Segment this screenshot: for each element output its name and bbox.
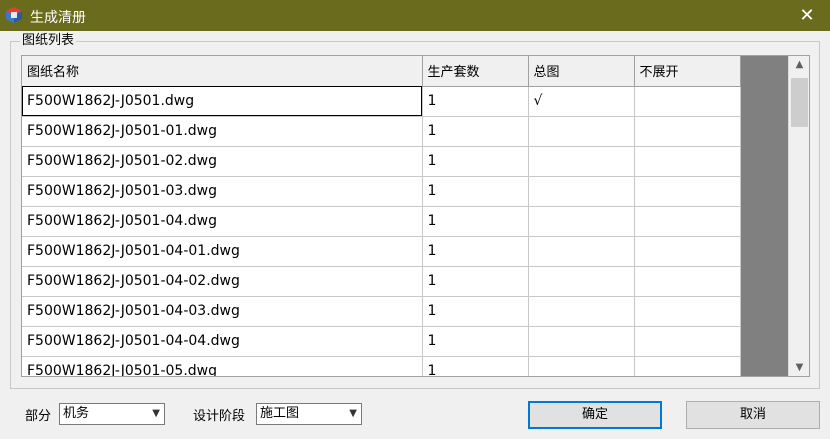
cell-production-sets[interactable]: 1 xyxy=(422,116,529,147)
cell-production-sets[interactable]: 1 xyxy=(422,86,529,117)
table-row[interactable]: F500W1862J-J0501-05.dwg 1 xyxy=(22,356,741,376)
scroll-up-icon[interactable]: ▲ xyxy=(789,56,810,73)
title-bar: 生成清册 ✕ xyxy=(0,0,830,31)
cell-no-expand[interactable] xyxy=(634,116,741,147)
cell-production-sets[interactable]: 1 xyxy=(422,146,529,177)
cell-no-expand[interactable] xyxy=(634,296,741,327)
vertical-scrollbar[interactable]: ▲ ▼ xyxy=(788,56,809,376)
window-title: 生成清册 xyxy=(30,10,86,26)
cell-general-drawing[interactable] xyxy=(528,176,635,207)
table-row[interactable]: F500W1862J-J0501-01.dwg 1 xyxy=(22,116,741,147)
stage-select[interactable]: 施工图 ▼ xyxy=(256,403,362,425)
stage-select-value: 施工图 xyxy=(260,406,300,421)
table-row[interactable]: F500W1862J-J0501-04-04.dwg 1 xyxy=(22,326,741,357)
drawing-table: 图纸名称 生产套数 总图 不展开 F500W1862J-J0501.dwg 1 √ F… xyxy=(22,56,741,376)
cell-no-expand[interactable] xyxy=(634,146,741,177)
cell-drawing-name[interactable]: F500W1862J-J0501-01.dwg xyxy=(22,116,423,147)
cell-no-expand[interactable] xyxy=(634,236,741,267)
cell-no-expand[interactable] xyxy=(634,206,741,237)
cell-production-sets[interactable]: 1 xyxy=(422,356,529,376)
cell-drawing-name[interactable]: F500W1862J-J0501-04-04.dwg xyxy=(22,326,423,357)
group-label: 图纸列表 xyxy=(20,33,77,49)
table-row[interactable]: F500W1862J-J0501-03.dwg 1 xyxy=(22,176,741,207)
cell-drawing-name[interactable]: F500W1862J-J0501-04-02.dwg xyxy=(22,266,423,297)
header-production-sets[interactable]: 生产套数 xyxy=(422,56,529,87)
cell-drawing-name[interactable]: F500W1862J-J0501.dwg xyxy=(22,86,423,117)
chevron-down-icon: ▼ xyxy=(349,408,357,419)
header-row: 图纸名称 生产套数 总图 不展开 xyxy=(22,56,741,87)
cell-drawing-name[interactable]: F500W1862J-J0501-03.dwg xyxy=(22,176,423,207)
header-general-drawing[interactable]: 总图 xyxy=(528,56,635,87)
app-icon xyxy=(6,7,22,23)
close-button[interactable]: ✕ xyxy=(784,0,830,31)
cell-general-drawing[interactable] xyxy=(528,296,635,327)
cell-no-expand[interactable] xyxy=(634,326,741,357)
cancel-button[interactable]: 取消 xyxy=(686,401,820,429)
cell-drawing-name[interactable]: F500W1862J-J0501-02.dwg xyxy=(22,146,423,177)
scroll-thumb[interactable] xyxy=(791,78,808,127)
table-row[interactable]: F500W1862J-J0501-04-03.dwg 1 xyxy=(22,296,741,327)
cell-drawing-name[interactable]: F500W1862J-J0501-04-03.dwg xyxy=(22,296,423,327)
part-select[interactable]: 机务 ▼ xyxy=(59,403,165,425)
cell-no-expand[interactable] xyxy=(634,266,741,297)
ok-button[interactable]: 确定 xyxy=(528,401,662,429)
drawing-grid[interactable]: 图纸名称 生产套数 总图 不展开 F500W1862J-J0501.dwg 1 √ F… xyxy=(21,55,810,377)
cell-general-drawing[interactable] xyxy=(528,146,635,177)
scroll-down-icon[interactable]: ▼ xyxy=(789,359,810,376)
cell-production-sets[interactable]: 1 xyxy=(422,266,529,297)
cell-no-expand[interactable] xyxy=(634,86,741,117)
cell-general-drawing[interactable] xyxy=(528,356,635,376)
cell-no-expand[interactable] xyxy=(634,356,741,376)
cell-general-drawing[interactable] xyxy=(528,116,635,147)
cell-drawing-name[interactable]: F500W1862J-J0501-04.dwg xyxy=(22,206,423,237)
cell-general-drawing[interactable] xyxy=(528,266,635,297)
header-drawing-name[interactable]: 图纸名称 xyxy=(22,56,423,87)
cell-no-expand[interactable] xyxy=(634,176,741,207)
cell-drawing-name[interactable]: F500W1862J-J0501-05.dwg xyxy=(22,356,423,376)
table-row[interactable]: F500W1862J-J0501.dwg 1 √ xyxy=(22,86,741,117)
cell-production-sets[interactable]: 1 xyxy=(422,176,529,207)
cell-production-sets[interactable]: 1 xyxy=(422,206,529,237)
table-row[interactable]: F500W1862J-J0501-02.dwg 1 xyxy=(22,146,741,177)
cell-production-sets[interactable]: 1 xyxy=(422,326,529,357)
header-no-expand[interactable]: 不展开 xyxy=(634,56,741,87)
part-label: 部分 xyxy=(25,409,52,424)
chevron-down-icon: ▼ xyxy=(152,408,160,419)
cell-drawing-name[interactable]: F500W1862J-J0501-04-01.dwg xyxy=(22,236,423,267)
cell-general-drawing[interactable] xyxy=(528,236,635,267)
cell-production-sets[interactable]: 1 xyxy=(422,296,529,327)
table-row[interactable]: F500W1862J-J0501-04-02.dwg 1 xyxy=(22,266,741,297)
cell-general-drawing[interactable] xyxy=(528,206,635,237)
cell-general-drawing[interactable]: √ xyxy=(528,86,635,117)
stage-label: 设计阶段 xyxy=(193,409,246,424)
table-row[interactable]: F500W1862J-J0501-04-01.dwg 1 xyxy=(22,236,741,267)
table-row[interactable]: F500W1862J-J0501-04.dwg 1 xyxy=(22,206,741,237)
cell-general-drawing[interactable] xyxy=(528,326,635,357)
part-select-value: 机务 xyxy=(63,406,90,421)
cell-production-sets[interactable]: 1 xyxy=(422,236,529,267)
